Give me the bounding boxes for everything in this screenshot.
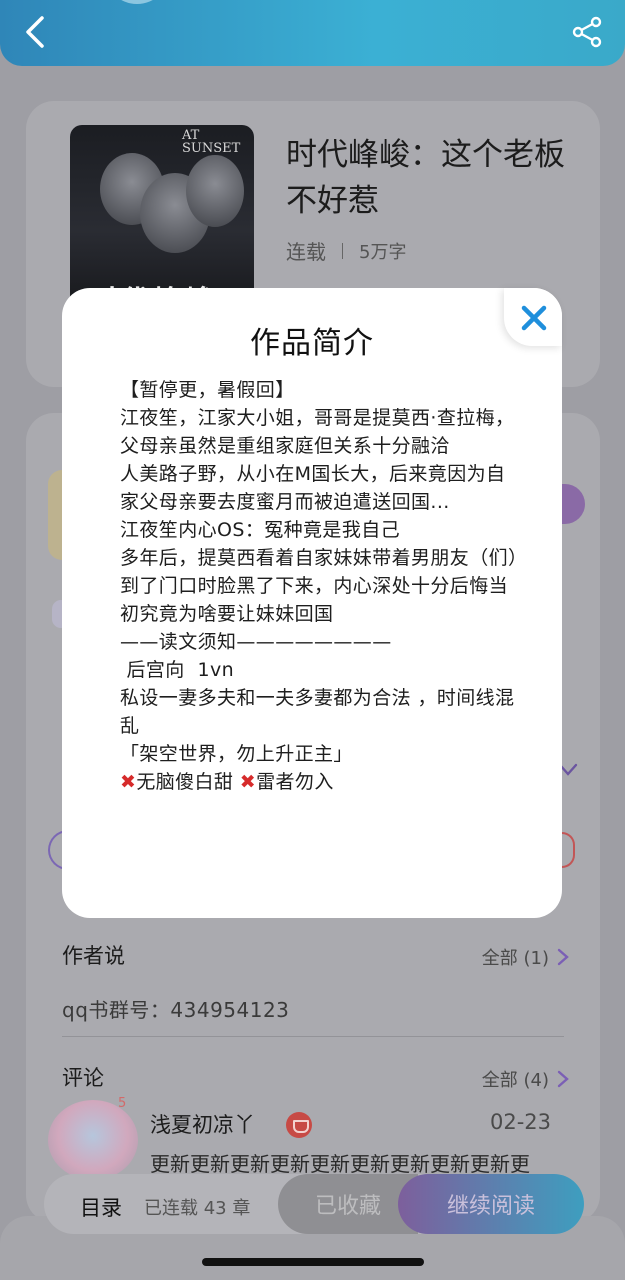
home-indicator: [202, 1258, 424, 1266]
avatar[interactable]: [48, 1100, 138, 1180]
comments-more[interactable]: 全部 (4): [482, 1066, 569, 1092]
synopsis-warnings: ✖无脑傻白甜 ✖雷者勿入: [120, 768, 520, 796]
cover-figure: [186, 155, 244, 227]
synopsis-line: ——读文须知————————: [120, 631, 392, 653]
share-icon[interactable]: [571, 16, 603, 48]
synopsis-line: 江夜笙，江家大小姐，哥哥是提莫西·查拉梅，父母亲虽然是重组家庭但关系十分融洽: [120, 407, 515, 457]
continue-reading-button[interactable]: 继续阅读: [398, 1174, 584, 1234]
comment-username[interactable]: 浅夏初凉丫: [150, 1109, 255, 1139]
author-say-more-label: 全部 (1): [481, 948, 549, 969]
word-count: 5万字: [359, 241, 407, 263]
warning-text: 无脑傻白甜: [136, 771, 234, 793]
header-decoration: [104, 0, 170, 4]
synopsis-line: 多年后，提莫西看着自家妹妹带着男朋友（们）到了门口时脸黑了下来，内心深处十分后悔…: [120, 547, 518, 625]
synopsis-line: 人美路子野，从小在M国长大，后来竟因为自家父母亲要去度蜜月而被迫遣送回国...: [120, 463, 506, 513]
author-say-title: 作者说: [62, 944, 125, 968]
synopsis-modal: 作品简介 【暂停更，暑假回】 江夜笙，江家大小姐，哥哥是提莫西·查拉梅，父母亲虽…: [62, 288, 562, 918]
comment-text: 更新更新更新更新更新更新更新更新更新更: [150, 1152, 530, 1176]
synopsis-line: 「架空世界，勿上升正主」: [120, 743, 353, 765]
chevron-right-icon: [557, 948, 569, 966]
red-x-icon: ✖: [120, 771, 137, 793]
comments-title: 评论: [62, 1066, 104, 1090]
red-x-icon: ✖: [239, 771, 257, 793]
book-meta: 连载 5万字: [286, 236, 406, 265]
close-icon: [521, 305, 547, 331]
level-badge: 5: [118, 1096, 127, 1111]
chapter-progress: 已连载 43 章: [144, 1198, 251, 1219]
top-navigation-bar: [0, 0, 625, 66]
meta-divider: [342, 242, 343, 259]
author-say-more[interactable]: 全部 (1): [482, 944, 569, 970]
toc-button[interactable]: 目录: [80, 1192, 122, 1222]
synopsis-line: 私设一妻多夫和一夫多妻都为合法 ，时间线混乱: [120, 687, 515, 737]
collected-button[interactable]: 已收藏: [278, 1174, 418, 1234]
synopsis-body: 【暂停更，暑假回】 江夜笙，江家大小姐，哥哥是提莫西·查拉梅，父母亲虽然是重组家…: [120, 376, 520, 796]
chevron-right-icon: [557, 1070, 569, 1088]
synopsis-line: 江夜笙内心OS：冤种竟是我自己: [120, 519, 401, 541]
vip-diamond-icon: [286, 1112, 312, 1138]
book-title: 时代峰峻：这个老板不好惹: [286, 137, 565, 219]
comments-more-label: 全部 (4): [481, 1070, 549, 1091]
synopsis-line: 【暂停更，暑假回】: [120, 379, 295, 401]
author-note-text: qq书群号：434954123: [62, 998, 290, 1022]
back-icon[interactable]: [20, 14, 48, 50]
cover-brand-text: AT SUNSET: [182, 128, 241, 156]
warning-text: 雷者勿入: [256, 771, 334, 793]
divider: [62, 1036, 564, 1037]
synopsis-line: 后宫向 1vn: [120, 659, 235, 681]
comment-date: 02-23: [489, 1110, 551, 1134]
modal-title: 作品简介: [250, 326, 374, 361]
close-button[interactable]: [504, 288, 562, 346]
bottom-action-bar: 目录 已连载 43 章 已收藏 继续阅读: [44, 1174, 584, 1234]
serial-status: 连载: [286, 240, 326, 264]
